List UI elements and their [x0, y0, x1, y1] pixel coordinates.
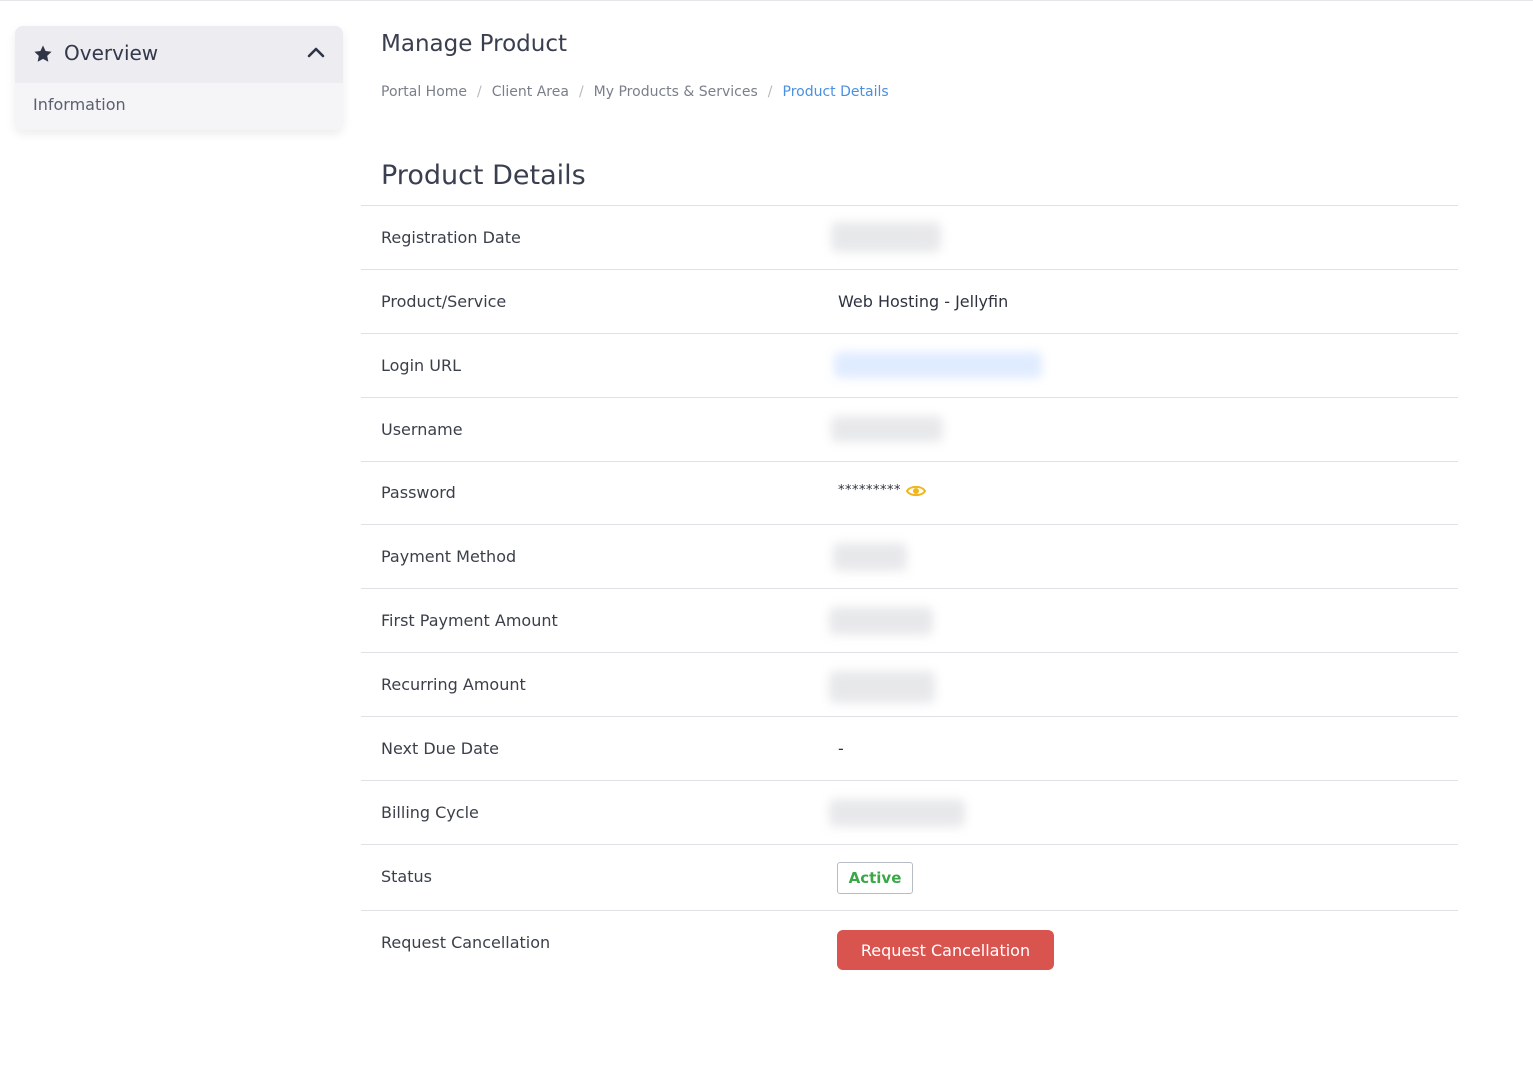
sidebar-panel: Overview Information [15, 26, 343, 130]
row-label: Request Cancellation [381, 933, 551, 952]
breadcrumb-separator: / [477, 84, 482, 100]
breadcrumb-separator: / [767, 84, 773, 100]
sidebar-item-information[interactable]: Information [33, 95, 126, 114]
password-masked: ********* [838, 483, 901, 498]
detail-row-payment-method: Payment Method [361, 525, 1458, 589]
sidebar-overview-header[interactable]: Overview [15, 26, 343, 83]
redacted-value [829, 607, 933, 635]
row-label: Login URL [381, 356, 461, 375]
star-icon [34, 45, 52, 62]
detail-row-status: Status Active [361, 845, 1458, 911]
row-label: Password [381, 483, 456, 502]
redacted-value [829, 671, 935, 703]
redacted-value [829, 799, 965, 827]
status-badge: Active [837, 862, 913, 894]
breadcrumb-my-products-services[interactable]: My Products & Services [594, 84, 758, 100]
row-label: Username [381, 420, 463, 439]
row-label: Next Due Date [381, 739, 499, 758]
detail-row-first-payment-amount: First Payment Amount [361, 589, 1458, 653]
redacted-value [831, 222, 941, 252]
row-label: Recurring Amount [381, 675, 526, 694]
top-divider [0, 0, 1533, 1]
detail-row-registration-date: Registration Date [361, 206, 1458, 270]
redacted-value [831, 416, 943, 442]
section-title: Product Details [381, 160, 586, 191]
detail-row-billing-cycle: Billing Cycle [361, 781, 1458, 845]
detail-row-recurring-amount: Recurring Amount [361, 653, 1458, 717]
login-url-link[interactable] [834, 352, 1042, 378]
detail-row-product-service: Product/Service Web Hosting - Jellyfin [361, 270, 1458, 334]
next-due-date-value: - [838, 739, 844, 758]
row-label: Payment Method [381, 547, 517, 566]
sidebar-header-title: Overview [64, 41, 159, 65]
detail-row-next-due-date: Next Due Date - [361, 717, 1458, 781]
chevron-up-icon[interactable] [307, 45, 325, 59]
row-label: Status [381, 867, 432, 886]
breadcrumb-client-area[interactable]: Client Area [492, 84, 569, 100]
request-cancellation-button[interactable]: Request Cancellation [837, 930, 1054, 970]
row-label: Product/Service [381, 292, 507, 311]
detail-row-username: Username [361, 398, 1458, 462]
detail-row-password: Password ********* [361, 461, 1458, 525]
password-field: ********* [838, 483, 926, 498]
page-title: Manage Product [381, 31, 567, 57]
redacted-value [833, 543, 907, 571]
eye-icon[interactable] [906, 484, 926, 498]
breadcrumb-portal-home[interactable]: Portal Home [381, 84, 467, 100]
breadcrumb: Portal Home / Client Area / My Products & Se… [381, 84, 889, 100]
row-label: Billing Cycle [381, 803, 479, 822]
detail-row-request-cancellation: Request Cancellation Request Cancellatio… [361, 911, 1458, 981]
detail-row-login-url: Login URL [361, 334, 1458, 398]
product-service-value: Web Hosting - Jellyfin [838, 292, 1009, 311]
breadcrumb-separator: / [578, 84, 584, 100]
breadcrumb-product-details: Product Details [782, 84, 889, 100]
row-label: Registration Date [381, 228, 521, 247]
row-label: First Payment Amount [381, 611, 558, 630]
